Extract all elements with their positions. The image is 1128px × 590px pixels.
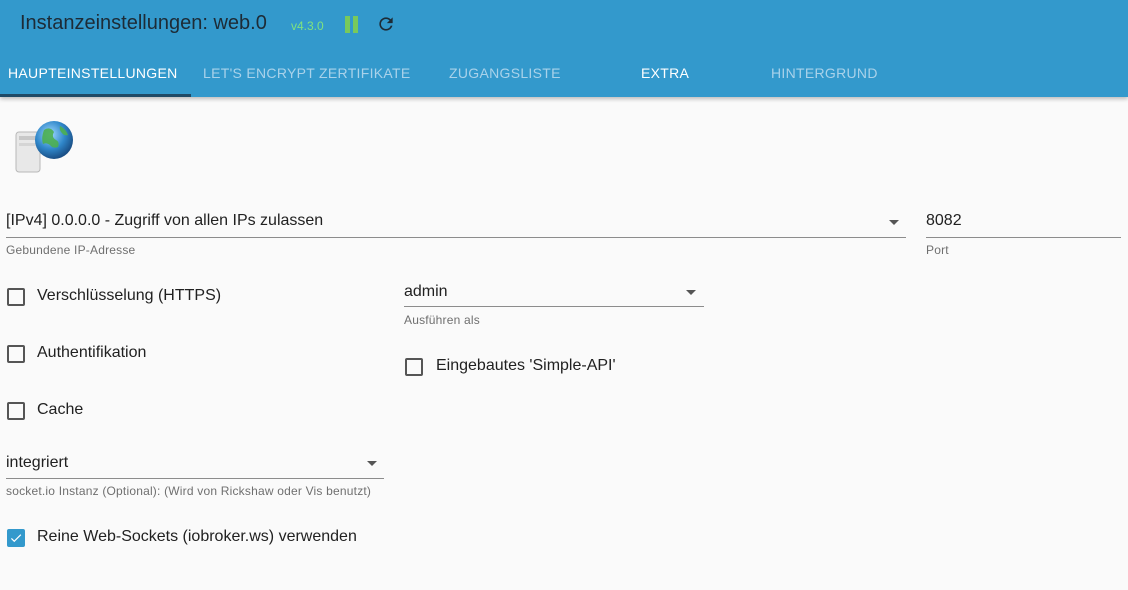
chevron-down-icon[interactable] xyxy=(686,290,696,295)
ip-select-label: Gebundene IP-Adresse xyxy=(6,243,136,257)
port-underline xyxy=(926,237,1121,238)
auth-label: Authentifikation xyxy=(37,344,147,361)
simple-api-checkbox[interactable] xyxy=(405,358,423,376)
reload-icon[interactable] xyxy=(376,14,396,34)
simple-api-label: Eingebautes 'Simple-API' xyxy=(436,357,616,374)
cache-checkbox[interactable] xyxy=(7,402,25,420)
check-icon xyxy=(10,534,22,543)
server-globe-icon xyxy=(14,118,76,176)
tab-extra[interactable]: Extra xyxy=(641,65,689,81)
pause-icon[interactable] xyxy=(344,16,360,33)
tab-main-settings[interactable]: Haupteinstellungen xyxy=(8,65,178,81)
https-checkbox[interactable] xyxy=(7,288,25,306)
port-label: Port xyxy=(926,243,949,257)
version-badge: v4.3.0 xyxy=(291,19,324,33)
active-tab-indicator xyxy=(0,94,191,97)
ip-address-select[interactable]: [IPv4] 0.0.0.0 - Zugriff von allen IPs z… xyxy=(6,212,323,230)
ip-select-underline xyxy=(6,237,906,238)
chevron-down-icon[interactable] xyxy=(367,461,377,466)
https-label: Verschlüsselung (HTTPS) xyxy=(37,287,222,304)
port-input[interactable]: 8082 xyxy=(926,212,962,230)
run-as-label: Ausführen als xyxy=(404,313,480,327)
tab-lets-encrypt[interactable]: Let's Encrypt Zertifikate xyxy=(203,65,411,81)
chevron-down-icon[interactable] xyxy=(889,220,899,225)
page-title: Instanzeinstellungen: web.0 xyxy=(20,12,267,34)
run-as-select[interactable]: admin xyxy=(404,283,448,301)
web-sockets-checkbox[interactable] xyxy=(7,529,25,547)
auth-checkbox[interactable] xyxy=(7,345,25,363)
tab-background[interactable]: Hintergrund xyxy=(771,65,878,81)
app-header: Instanzeinstellungen: web.0 v4.3.0 Haupt… xyxy=(0,0,1128,97)
cache-label: Cache xyxy=(37,401,84,418)
web-sockets-label: Reine Web-Sockets (iobroker.ws) verwende… xyxy=(37,528,357,545)
run-as-underline xyxy=(404,306,704,307)
tab-access-list[interactable]: Zugangsliste xyxy=(449,65,561,81)
socketio-label: socket.io Instanz (Optional): (Wird von … xyxy=(6,484,372,498)
socketio-select[interactable]: integriert xyxy=(6,454,68,472)
socketio-underline xyxy=(6,478,384,479)
